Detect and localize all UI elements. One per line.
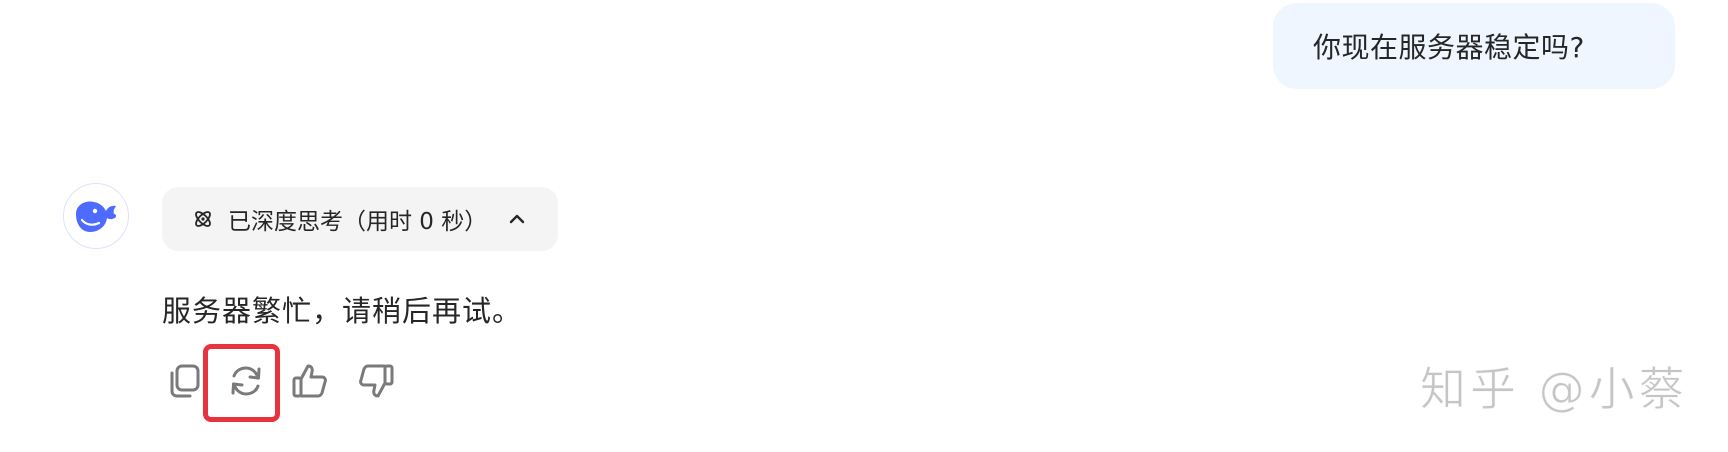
- watermark-text: 知乎 @小蔡: [1420, 362, 1689, 417]
- copy-icon: [170, 364, 200, 398]
- regenerate-button[interactable]: [224, 358, 268, 404]
- user-message-text: 你现在服务器稳定吗?: [1313, 31, 1585, 64]
- atom-icon: [195, 211, 211, 227]
- thumbs-up-icon: [292, 364, 327, 398]
- deepseek-whale-logo-icon: [76, 201, 117, 232]
- chevron-up-icon[interactable]: [506, 208, 528, 230]
- user-message-bubble: 你现在服务器稳定吗?: [1273, 3, 1675, 89]
- assistant-response-text: 服务器繁忙，请稍后再试。: [162, 294, 523, 328]
- dislike-button[interactable]: [354, 358, 398, 404]
- refresh-icon: [231, 366, 261, 396]
- thinking-label: 已深度思考（用时 0 秒）: [228, 209, 488, 235]
- deep-thinking-toggle[interactable]: 已深度思考（用时 0 秒）: [162, 187, 558, 251]
- copy-button[interactable]: [162, 358, 206, 404]
- like-button[interactable]: [288, 358, 332, 404]
- assistant-avatar: [63, 183, 129, 249]
- thumbs-down-icon: [359, 364, 394, 398]
